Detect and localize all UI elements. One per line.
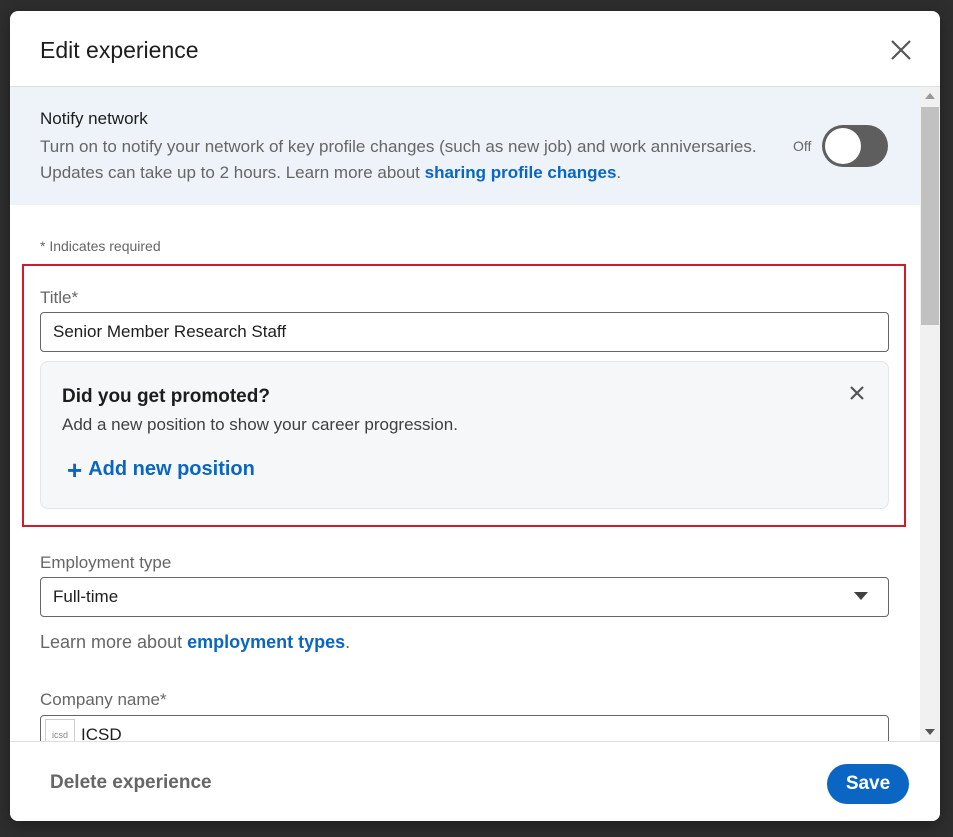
promotion-heading: Did you get promoted? [62, 386, 270, 407]
company-name-input[interactable]: icsd ICSD [40, 715, 889, 741]
add-new-position-button[interactable]: + Add new position [67, 454, 255, 485]
save-button[interactable]: Save [827, 764, 909, 804]
notify-network-toggle[interactable] [822, 125, 888, 167]
employment-types-help: Learn more about employment types. [40, 632, 350, 653]
title-input[interactable]: Senior Member Research Staff [40, 312, 889, 352]
company-name-value: ICSD [81, 725, 122, 741]
dialog-body[interactable]: Notify network Turn on to notify your ne… [10, 87, 940, 741]
required-note: * Indicates required [40, 238, 161, 254]
delete-experience-button[interactable]: Delete experience [50, 772, 212, 794]
promotion-card: Did you get promoted? Add a new position… [40, 361, 889, 509]
notify-link-suffix: . [616, 163, 622, 182]
dialog-title: Edit experience [40, 37, 199, 63]
notify-network-section: Notify network Turn on to notify your ne… [10, 87, 920, 205]
chevron-down-icon [854, 592, 868, 600]
plus-icon: + [67, 454, 83, 485]
add-new-position-label: Add new position [88, 458, 255, 480]
scroll-up-arrow-icon[interactable] [925, 93, 935, 99]
promotion-description: Add a new position to show your career p… [62, 415, 458, 434]
dialog-footer: Delete experience Save [10, 741, 940, 821]
toggle-state-label: Off [793, 138, 812, 154]
employment-type-value: Full-time [53, 587, 119, 606]
title-label: Title* [40, 288, 79, 307]
dismiss-promotion-button[interactable] [846, 382, 868, 404]
sharing-profile-changes-link[interactable]: sharing profile changes [425, 163, 617, 182]
employment-types-link[interactable]: employment types [187, 632, 345, 652]
dialog-scrollbar[interactable] [920, 87, 940, 741]
employment-type-label: Employment type [40, 553, 172, 572]
notify-title: Notify network [40, 109, 148, 128]
learn-more-suffix: . [345, 632, 351, 652]
toggle-knob [825, 128, 861, 164]
employment-type-select[interactable]: Full-time [40, 577, 889, 617]
dialog-header: Edit experience [10, 11, 940, 87]
learn-more-prefix: Learn more about [40, 632, 188, 652]
title-input-value: Senior Member Research Staff [53, 322, 287, 341]
company-name-label: Company name* [40, 690, 167, 709]
notify-description: Turn on to notify your network of key pr… [40, 134, 760, 186]
edit-experience-dialog: Edit experience Notify network Turn on t… [10, 11, 940, 821]
close-icon [850, 386, 864, 400]
company-logo: icsd [45, 719, 75, 741]
close-button[interactable] [886, 35, 916, 65]
scrollbar-thumb[interactable] [921, 107, 939, 325]
scroll-down-arrow-icon[interactable] [925, 729, 935, 735]
close-icon [891, 40, 911, 60]
notify-description-text: Turn on to notify your network of key pr… [40, 137, 757, 182]
